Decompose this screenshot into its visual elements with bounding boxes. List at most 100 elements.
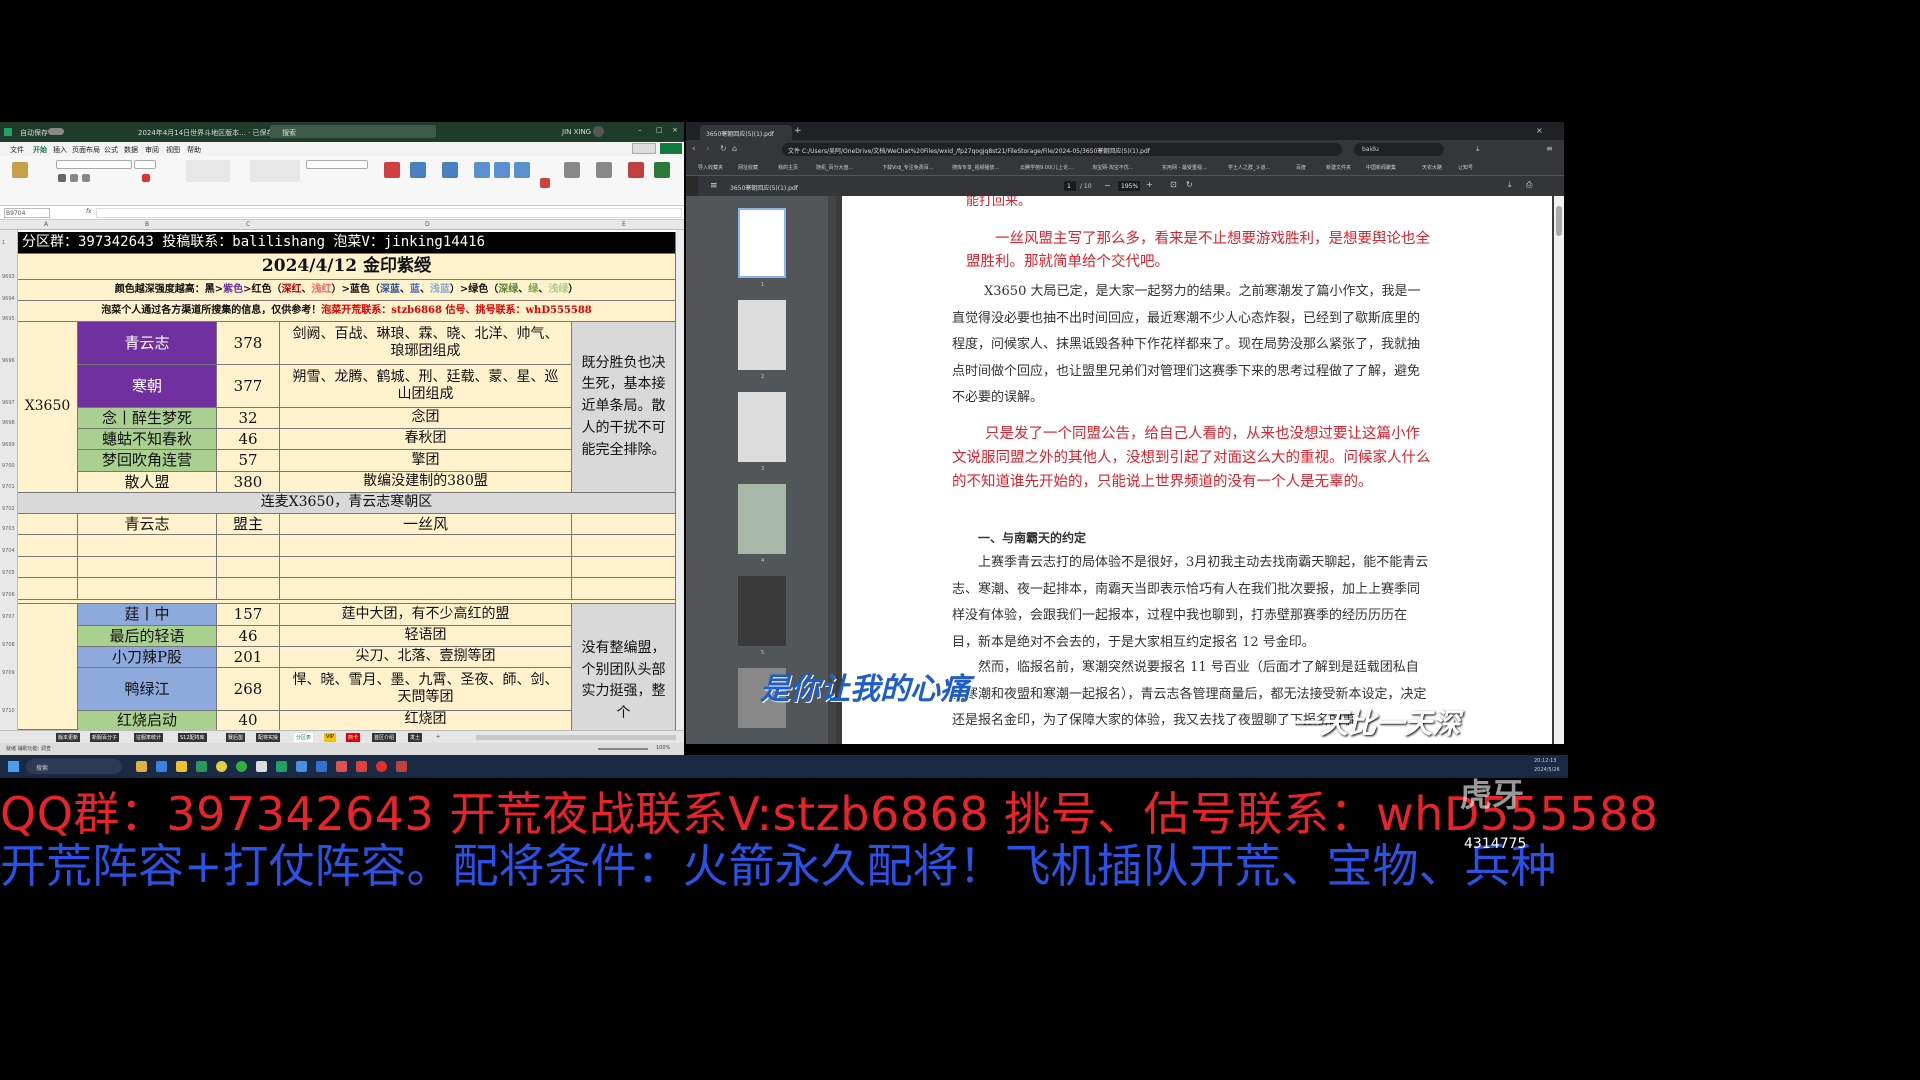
url-input[interactable]: 文件 C:/Users/吴阿/OneDrive/文档/WeChat%20File…: [782, 143, 1342, 156]
bookmark-item[interactable]: 随机_百分大盘...: [816, 164, 853, 171]
col-b[interactable]: B: [145, 221, 149, 228]
empty-cell[interactable]: [18, 535, 78, 557]
bookmark-item[interactable]: 导入收藏夹: [698, 164, 723, 171]
app-icon[interactable]: [396, 761, 407, 772]
row-hdr[interactable]: 9700: [2, 463, 15, 469]
row-hdr[interactable]: 9701: [2, 484, 15, 490]
page-number-input[interactable]: 1: [1064, 181, 1076, 191]
empty-cell[interactable]: [572, 535, 676, 557]
excel-icon[interactable]: [276, 761, 287, 772]
font-color-icon[interactable]: [142, 174, 150, 182]
row-hdr[interactable]: 9693: [2, 274, 15, 280]
app-icon[interactable]: [356, 761, 367, 772]
zoom-in-icon[interactable]: +: [1146, 180, 1153, 189]
region-name-cell[interactable]: X3650: [18, 322, 78, 493]
format-cells-icon[interactable]: [514, 162, 530, 178]
empty-cell[interactable]: [78, 535, 217, 557]
row-hdr[interactable]: 9703: [2, 526, 15, 532]
notice-cell[interactable]: 泡菜个人通过各方渠道所搜集的信息，仅供参考！ 泡菜开荒联系：stzb6868 估号…: [18, 301, 676, 322]
new-tab-button[interactable]: +: [794, 126, 802, 136]
bookmark-item[interactable]: 云腾学苑9.00(儿上论...: [1020, 164, 1073, 171]
taskbar-search[interactable]: 搜索: [26, 759, 122, 774]
alliance-cell[interactable]: 小刀辣P股: [78, 647, 217, 668]
alliance-cell[interactable]: 散人盟: [78, 472, 217, 493]
home-icon[interactable]: ⌂: [732, 144, 737, 153]
analyze-data-icon[interactable]: [654, 162, 670, 178]
empty-cell[interactable]: [18, 578, 78, 600]
row-hdr[interactable]: 9696: [2, 358, 15, 364]
row-hdr[interactable]: 9704: [2, 548, 15, 554]
app-icon[interactable]: [156, 761, 167, 772]
horizontal-scrollbar[interactable]: [476, 735, 676, 740]
row-hdr[interactable]: 9698: [2, 420, 15, 426]
comment-button[interactable]: [632, 143, 656, 154]
alliance-cell[interactable]: 鸭绿江: [78, 668, 217, 711]
empty-cell[interactable]: [280, 535, 572, 557]
clear-icon[interactable]: [540, 178, 550, 188]
wechat-icon[interactable]: [236, 761, 247, 772]
print-icon[interactable]: ⎙: [1526, 180, 1532, 190]
member-count-cell[interactable]: 378: [217, 322, 280, 365]
empty-cell[interactable]: [572, 557, 676, 578]
row-hdr[interactable]: 1: [2, 240, 5, 246]
menu-help[interactable]: 帮助: [187, 145, 201, 155]
empty-cell[interactable]: [572, 514, 676, 535]
banner-cell[interactable]: 分区群：397342643 投稿联系：balilishang 泡菜V：jinki…: [18, 232, 676, 254]
browser-search-input[interactable]: baidu: [1354, 143, 1444, 156]
col-c[interactable]: C: [246, 221, 250, 228]
browser-icon[interactable]: [216, 761, 227, 772]
app-icon[interactable]: [256, 761, 267, 772]
pdf-zoom-input[interactable]: 195%: [1118, 181, 1140, 191]
row-hdr[interactable]: 9706: [2, 592, 15, 598]
col-d[interactable]: D: [425, 221, 430, 228]
col-e[interactable]: E: [622, 221, 626, 228]
number-format-select[interactable]: [306, 160, 368, 169]
date-title-cell[interactable]: 2024/4/12 金印紫绶: [18, 254, 676, 280]
bookmark-item[interactable]: 搜库专享_视频播放...: [952, 164, 999, 171]
menu-file[interactable]: 文件: [10, 145, 24, 155]
close-icon[interactable]: ×: [672, 126, 678, 134]
delete-cells-icon[interactable]: [494, 162, 510, 178]
bookmark-item[interactable]: 我的主页: [778, 164, 798, 171]
folder-icon[interactable]: [176, 761, 187, 772]
pdf-scrollbar[interactable]: [1554, 196, 1564, 744]
sheet-tab[interactable]: VIP: [324, 733, 336, 742]
sheet-tab[interactable]: 商卡: [346, 733, 361, 742]
menu-layout[interactable]: 页面布局: [72, 145, 100, 155]
alliance-cell[interactable]: 最后的轻语: [78, 626, 217, 647]
name-box[interactable]: B9704: [4, 208, 50, 218]
zoom-slider[interactable]: [598, 748, 648, 750]
alignment-group[interactable]: [186, 160, 230, 182]
page-thumbnail[interactable]: [738, 576, 786, 646]
app-icon[interactable]: [376, 761, 387, 772]
composition-cell[interactable]: 尖刀、北落、壹捌等团: [280, 647, 572, 668]
bookmark-item[interactable]: 网址收藏: [738, 164, 758, 171]
menu-view[interactable]: 视图: [166, 145, 180, 155]
app-icon[interactable]: [196, 761, 207, 772]
empty-cell[interactable]: [280, 578, 572, 600]
menu-data[interactable]: 数据: [124, 145, 138, 155]
insert-cells-icon[interactable]: [474, 162, 490, 178]
bookmark-item[interactable]: 实用网 - 最受重视...: [1162, 164, 1207, 171]
composition-cell[interactable]: 擎团: [280, 450, 572, 472]
leader-alliance-cell[interactable]: 青云志: [78, 514, 217, 535]
alliance-cell[interactable]: 寒朝: [78, 365, 217, 408]
browser-close-icon[interactable]: ×: [1536, 126, 1543, 135]
row-hdr[interactable]: 9694: [2, 296, 15, 302]
composition-cell[interactable]: 轻语团: [280, 626, 572, 647]
app-icon[interactable]: [336, 761, 347, 772]
member-count-cell[interactable]: 57: [217, 450, 280, 472]
member-count-cell[interactable]: 201: [217, 647, 280, 668]
sort-filter-icon[interactable]: [564, 162, 580, 178]
back-icon[interactable]: ‹: [692, 144, 696, 154]
col-a[interactable]: A: [44, 221, 48, 228]
app-icon[interactable]: [136, 761, 147, 772]
bookmark-item[interactable]: 下载Vidj_专注免费百...: [882, 164, 934, 171]
alliance-cell[interactable]: 念丨醉生梦死: [78, 408, 217, 429]
menu-review[interactable]: 审阅: [145, 145, 159, 155]
excel-search-input[interactable]: 搜索: [270, 125, 436, 138]
empty-cell[interactable]: [18, 557, 78, 578]
reload-icon[interactable]: ↻: [720, 144, 727, 153]
user-avatar[interactable]: [593, 126, 604, 137]
composition-cell[interactable]: 莛中大团，有不少高红的盟: [280, 604, 572, 626]
